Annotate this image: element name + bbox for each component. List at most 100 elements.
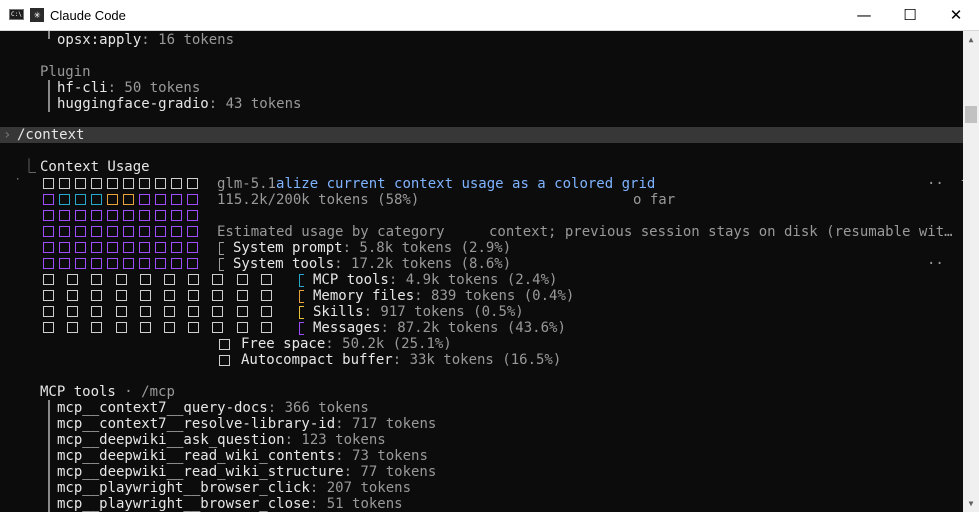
grid-cell (91, 274, 103, 285)
mcp-tool-tokens: : 73 tokens (335, 448, 428, 464)
grid-cell (188, 322, 200, 333)
grid-cell (155, 258, 166, 269)
grid-cell (75, 210, 86, 221)
category-item: Memory files: 839 tokens (0.4%) (313, 288, 574, 304)
usage-line: 115.2k/200k tokens (58%) (217, 192, 420, 208)
terminal-output[interactable]: opsx:apply: 16 tokens Plugin hf-cli: 50 … (0, 31, 963, 512)
maximize-button[interactable]: ☐ (887, 0, 933, 31)
category-label: Messages (313, 320, 381, 336)
claude-asterisk-icon: ✳ (30, 8, 44, 22)
category-item: Free space: 50.2k (25.1%) (241, 336, 452, 352)
category-bracket (219, 242, 224, 255)
grid-cell (43, 274, 54, 285)
grid-cell (59, 210, 70, 221)
grid-cell (139, 290, 151, 301)
model-line: glm-5.1alize current context usage as a … (217, 176, 655, 192)
result-prefix: ⎿ (22, 159, 36, 175)
grid-cell (67, 290, 79, 301)
tree-bar (48, 400, 50, 512)
plugin-tokens: : 50 tokens (107, 80, 201, 96)
mcp-tool-tokens: : 717 tokens (335, 416, 437, 432)
grid-cell (67, 306, 79, 317)
estimated-tail: context; previous session stays on disk … (489, 224, 953, 240)
category-item: Autocompact buffer: 33k tokens (16.5%) (241, 352, 561, 368)
grid-cell (188, 306, 200, 317)
skill-line: opsx:apply: 16 tokens (57, 32, 234, 48)
close-button[interactable]: ✕ (933, 0, 979, 31)
category-swatch (219, 339, 230, 350)
usage-tail: o far (633, 192, 676, 208)
category-label: System tools (233, 256, 335, 272)
category-item: System prompt: 5.8k tokens (2.9%) (233, 240, 511, 256)
category-item: System tools: 17.2k tokens (8.6%) (233, 256, 511, 272)
scroll-thumb[interactable] (965, 106, 977, 123)
tree-bar (48, 80, 50, 112)
grid-cell (107, 242, 118, 253)
grid-cell (75, 258, 86, 269)
grid-cell (236, 306, 248, 317)
mcp-heading: MCP tools (40, 384, 116, 400)
scroll-down-icon[interactable]: ▼ (963, 495, 979, 512)
mcp-tool-tokens: : 123 tokens (284, 432, 386, 448)
grid-cell (212, 290, 224, 301)
mcp-tool-item: mcp__playwright__browser_close: 51 token… (57, 496, 403, 512)
grid-cell (43, 242, 54, 253)
grid-cell (43, 178, 54, 189)
mcp-tool-tokens: : 77 tokens (343, 464, 437, 480)
category-bracket (299, 274, 304, 287)
grid-cell (139, 210, 150, 221)
category-value: : 87.2k tokens (43.6%) (380, 320, 566, 336)
grid-cell (123, 258, 134, 269)
mcp-tool-name: mcp__playwright__browser_close (57, 496, 310, 512)
minimize-button[interactable]: — (841, 0, 887, 31)
grid-cell (155, 226, 166, 237)
category-value: : 50.2k (25.1%) (325, 336, 452, 352)
plugin-name: huggingface-gradio (57, 96, 209, 112)
grid-cell (212, 274, 224, 285)
grid-cell (260, 274, 272, 285)
grid-cell (139, 274, 151, 285)
category-bracket (299, 290, 304, 303)
grid-cell (91, 226, 102, 237)
grid-cell (43, 290, 54, 301)
grid-cell (107, 178, 118, 189)
grid-cell (91, 258, 102, 269)
mcp-tool-item: mcp__context7__query-docs: 366 tokens (57, 400, 369, 416)
grid-cell (187, 258, 198, 269)
grid-cell (123, 226, 134, 237)
grid-cell (164, 306, 175, 317)
grid-cell (123, 242, 134, 253)
grid-cell (171, 178, 182, 189)
mcp-tool-tokens: : 51 tokens (309, 496, 403, 512)
grid-cell (59, 226, 70, 237)
scroll-up-icon[interactable]: ▲ (963, 31, 979, 48)
prompt-command: /context (17, 127, 85, 143)
grid-cell (236, 290, 248, 301)
category-label: MCP tools (313, 272, 389, 288)
mcp-tool-name: mcp__playwright__browser_click (57, 480, 310, 496)
grid-cell (75, 194, 86, 205)
trail-dots: ·· t (927, 176, 963, 192)
grid-cell (236, 274, 248, 285)
grid-cell (43, 210, 54, 221)
prompt-symbol: › (3, 127, 12, 143)
grid-cell (43, 306, 54, 317)
grid-cell (139, 194, 150, 205)
trail-dots: ·· (927, 256, 944, 272)
grid-cell (260, 306, 272, 317)
grid-cell (59, 194, 70, 205)
mcp-tool-item: mcp__deepwiki__read_wiki_structure: 77 t… (57, 464, 436, 480)
grid-cell (107, 258, 118, 269)
mcp-tool-name: mcp__context7__resolve-library-id (57, 416, 336, 432)
grid-cell (155, 242, 166, 253)
bullet-dot: · (15, 175, 21, 185)
grid-cell (91, 290, 103, 301)
vertical-scrollbar[interactable]: ▲ ▼ (963, 31, 979, 512)
window-title: Claude Code (50, 8, 126, 23)
grid-cell (171, 210, 182, 221)
grid-cell (91, 242, 102, 253)
mcp-tool-tokens: : 207 tokens (309, 480, 412, 496)
mcp-sep: · (115, 384, 142, 400)
grid-cell (59, 258, 70, 269)
mcp-tool-item: mcp__deepwiki__ask_question: 123 tokens (57, 432, 386, 448)
